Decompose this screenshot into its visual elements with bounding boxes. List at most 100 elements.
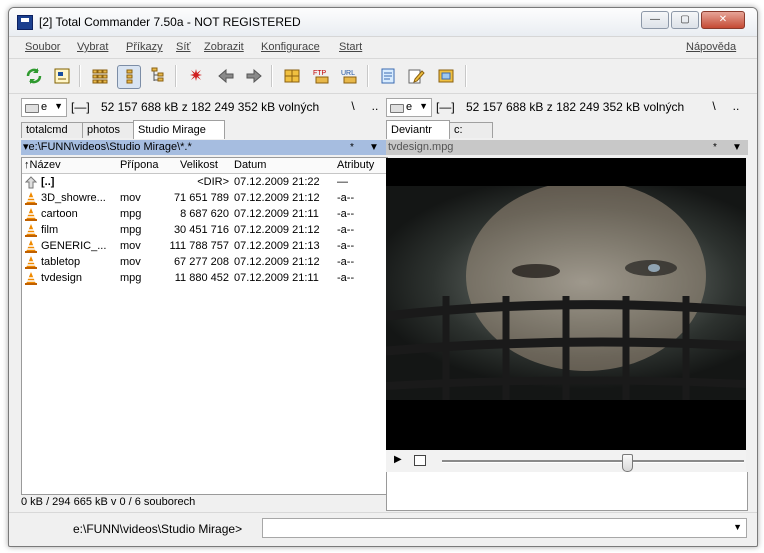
vlc-cone-icon [25,256,37,269]
back-icon[interactable] [215,65,237,87]
url-icon[interactable]: URL [339,65,361,87]
ftp-icon[interactable]: FTP [311,65,333,87]
file-size: 111 788 757 [169,240,229,252]
video-preview [386,158,746,450]
file-attr: -a-- [337,208,355,220]
tree-view-icon[interactable] [117,65,141,89]
col-name[interactable]: ↑Název [24,159,61,171]
left-up-button[interactable]: .. [365,98,385,115]
menu-zobrazit[interactable]: Zobrazit [204,41,244,53]
left-hotlist-button[interactable]: ▼ [367,140,381,155]
tab-photos[interactable]: photos [82,122,134,138]
window-title: [2] Total Commander 7.50a - NOT REGISTER… [39,15,301,29]
app-floppy-icon [17,15,33,30]
menu-sit[interactable]: Síť [176,41,191,53]
file-date: 07.12.2009 21:12 [234,256,320,268]
tab-c-drive[interactable]: c: [449,122,493,138]
col-ext[interactable]: Přípona [120,159,159,171]
file-ext: mov [120,256,141,268]
col-date[interactable]: Datum [234,159,266,171]
file-name: film [41,224,59,236]
forward-icon[interactable] [243,65,265,87]
brief-view-icon[interactable] [51,65,73,87]
file-name: 3D_showre... [41,192,106,204]
left-path-bar[interactable]: ▾e:\FUNN\videos\Studio Mirage\*.* * ▼ [21,140,387,155]
seek-track[interactable] [442,460,744,463]
tab-deviantr[interactable]: Deviantr [386,120,450,139]
cmdline-path: e:\FUNN\videos\Studio Mirage> [73,522,243,536]
seek-slider-thumb[interactable] [622,454,633,472]
file-row[interactable]: cartoon mpg 8 687 620 07.12.2009 21:11 -a-- [22,206,387,222]
left-path-text: ▾e:\FUNN\videos\Studio Mirage\*.* [23,141,192,153]
right-hotlist-button[interactable]: ▼ [730,140,744,155]
tab-studio-mirage[interactable]: Studio Mirage [133,120,225,139]
left-drive-select[interactable]: e ▼ [21,98,67,117]
sync-icon[interactable] [435,65,457,87]
file-size: <DIR> [197,176,229,188]
file-name: cartoon [41,208,78,220]
toolbar-separator [79,65,81,87]
file-size: 71 651 789 [173,192,229,204]
menu-soubor[interactable]: Soubor [25,41,60,53]
menu-vybrat[interactable]: Vybrat [77,41,108,53]
col-attr[interactable]: Atributy [337,159,374,171]
toolbar-separator [367,65,369,87]
col-size[interactable]: Velikost [180,159,218,171]
menu-bar: Soubor Vybrat Příkazy Síť Zobrazit Konfi… [9,38,757,56]
minimize-button[interactable]: — [641,11,669,29]
right-root-button[interactable]: \ [704,98,724,115]
edit-icon[interactable] [405,65,427,87]
left-drive-bar: e ▼ [—] 52 157 688 kB z 182 249 352 kB v… [21,96,387,118]
left-free-space: 52 157 688 kB z 182 249 352 kB volných [101,100,320,114]
file-attr: -a-- [337,272,355,284]
pack-icon[interactable] [281,65,303,87]
close-button[interactable]: ✕ [701,11,745,29]
title-bar[interactable]: [2] Total Commander 7.50a - NOT REGISTER… [9,8,757,37]
menu-prikazy[interactable]: Příkazy [126,41,163,53]
right-drive-bar: e ▼ [—] 52 157 688 kB z 182 249 352 kB v… [386,96,748,118]
refresh-icon[interactable] [23,65,45,87]
file-row[interactable]: tvdesign mpg 11 880 452 07.12.2009 21:11 -a-… [22,270,387,286]
left-root-button[interactable]: \ [343,98,363,115]
left-drive-label: [—] [71,100,90,114]
notepad-icon[interactable] [377,65,399,87]
file-row[interactable]: tabletop mov 67 277 208 07.12.2009 21:12 -a-… [22,254,387,270]
right-drive-select[interactable]: e ▼ [386,98,432,117]
file-row[interactable]: film mpg 30 451 716 07.12.2009 21:12 -a-- [22,222,387,238]
menu-konfigurace[interactable]: Konfigurace [261,41,320,53]
video-controls: ▶ [386,450,746,472]
vlc-cone-icon [25,240,37,253]
file-date: 07.12.2009 21:12 [234,224,320,236]
menu-napoveda[interactable]: Nápověda [686,41,736,53]
left-file-panel[interactable]: ↑Název Přípona Velikost Datum Atributy [… [21,157,388,495]
file-row[interactable]: GENERIC_... mov 111 788 757 07.12.2009 21:1… [22,238,387,254]
file-row[interactable]: 3D_showre... mov 71 651 789 07.12.2009 21:1… [22,190,387,206]
vlc-cone-icon [25,272,37,285]
chevron-down-icon[interactable]: ▼ [733,522,742,532]
file-row[interactable]: [..] <DIR> 07.12.2009 21:22 — [22,174,387,190]
left-drive-letter: e [41,101,48,113]
right-up-button[interactable]: .. [726,98,746,115]
file-ext: mpg [120,272,142,284]
playlist-icon[interactable] [414,455,426,466]
vlc-cone-icon [25,224,37,237]
cmdline-input[interactable]: ▼ [262,518,747,538]
right-history-button[interactable]: * [708,140,722,155]
invert-selection-icon[interactable] [185,65,207,87]
play-button[interactable]: ▶ [394,454,402,465]
right-tab-bar: Deviantr c: [386,120,748,139]
menu-start[interactable]: Start [339,41,362,53]
vlc-cone-icon [25,208,37,221]
left-history-button[interactable]: * [345,140,359,155]
maximize-button[interactable]: ▢ [671,11,699,29]
url-label: URL [341,70,355,77]
file-ext: mpg [120,224,142,236]
file-size: 30 451 716 [173,224,229,236]
command-line: e:\FUNN\videos\Studio Mirage> ▼ [9,512,757,541]
thumbnail-view-icon[interactable] [89,65,111,87]
right-path-bar[interactable]: tvdesign.mpg * ▼ [386,140,748,155]
toolbar-separator [175,65,177,87]
tab-totalcmd[interactable]: totalcmd [21,122,83,138]
tree-view-alt-icon[interactable] [147,65,169,87]
up-folder-icon [24,176,38,189]
